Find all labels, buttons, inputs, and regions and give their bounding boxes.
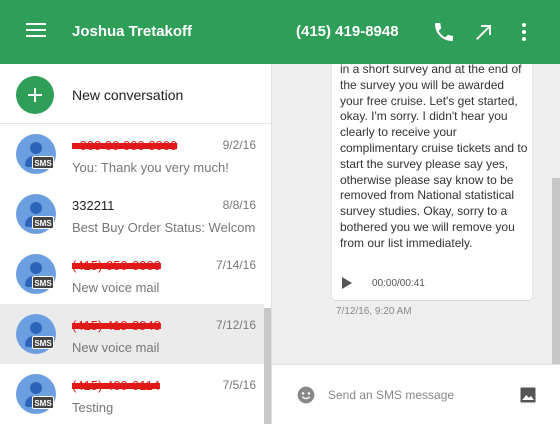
image-icon[interactable] [518,385,538,405]
conversation-snippet: You: Thank you very much! [72,160,229,175]
message-timestamp: 7/12/16, 9:20 AM [336,306,412,317]
conversation-title: 332211 [72,198,115,213]
conversation-snippet: Testing [72,400,114,415]
conversation-item[interactable]: SMS (415) 050-0000 7/14/16 New voice mail [0,244,264,304]
menu-icon[interactable] [26,23,46,39]
conversation-title: (415) 050-0000 [72,258,161,273]
emoji-icon[interactable] [296,385,316,405]
avatar-person-icon: SMS [16,314,56,354]
avatar-person-icon: SMS [16,254,56,294]
new-conversation-label: New conversation [72,87,184,103]
conversation-date: 7/14/16 [215,258,256,272]
avatar-person-icon: SMS [16,134,56,174]
conversation-date: 9/2/16 [222,138,256,152]
conversation-item[interactable]: SMS (415) 400-0114 7/5/16 Testing [0,364,264,424]
message-text: in a short survey and at the end of the … [340,62,528,250]
play-icon[interactable] [342,277,352,289]
contact-name: Joshua Tretakoff [72,23,193,40]
avatar-person-icon: SMS [16,374,56,414]
app-header: Joshua Tretakoff (415) 419-8948 [0,0,560,64]
sms-badge: SMS [32,336,54,349]
sms-badge: SMS [32,156,54,169]
audio-time: 00:00/00:41 [372,278,425,289]
conversation-date: 8/8/16 [222,198,256,212]
conversation-date: 7/5/16 [222,378,256,392]
compose-bar [272,364,560,424]
open-in-new-icon[interactable] [472,20,496,44]
conversation-snippet: New voice mail [72,280,160,295]
conversation-title: (415) 419-8948 [72,318,161,333]
avatar-person-icon: SMS [16,194,56,234]
conversation-item[interactable]: SMS +000 00 000 0000 9/2/16 You: Thank you … [0,124,264,184]
message-input[interactable] [328,383,508,407]
contact-phone: (415) 419-8948 [296,23,399,40]
thread-scrollbar[interactable] [552,178,560,364]
new-conversation-button[interactable]: New conversation [0,64,271,124]
conversation-title: (415) 400-0114 [72,378,160,393]
conversation-item[interactable]: SMS 332211 8/8/16 Best Buy Order Status: We… [0,184,264,244]
conversation-snippet: Best Buy Order Status: Welcome [72,220,256,235]
conversation-item[interactable]: SMS (415) 419-8948 7/12/16 New voice mail [0,304,264,364]
conversation-title: +000 00 000 0000 [72,138,178,153]
sms-badge: SMS [32,276,54,289]
more-vert-icon[interactable] [512,20,536,44]
conversation-date: 7/12/16 [215,318,256,332]
sms-badge: SMS [32,396,54,409]
list-scrollbar[interactable] [264,308,271,424]
message-bubble: in a short survey and at the end of the … [332,62,532,300]
conversation-snippet: New voice mail [72,340,160,355]
conversation-list: New conversation SMS +000 00 000 0000 9/2/… [0,64,272,424]
sms-badge: SMS [32,216,54,229]
add-icon [16,76,54,114]
message-thread: in a short survey and at the end of the … [272,62,560,424]
phone-icon[interactable] [432,20,456,44]
